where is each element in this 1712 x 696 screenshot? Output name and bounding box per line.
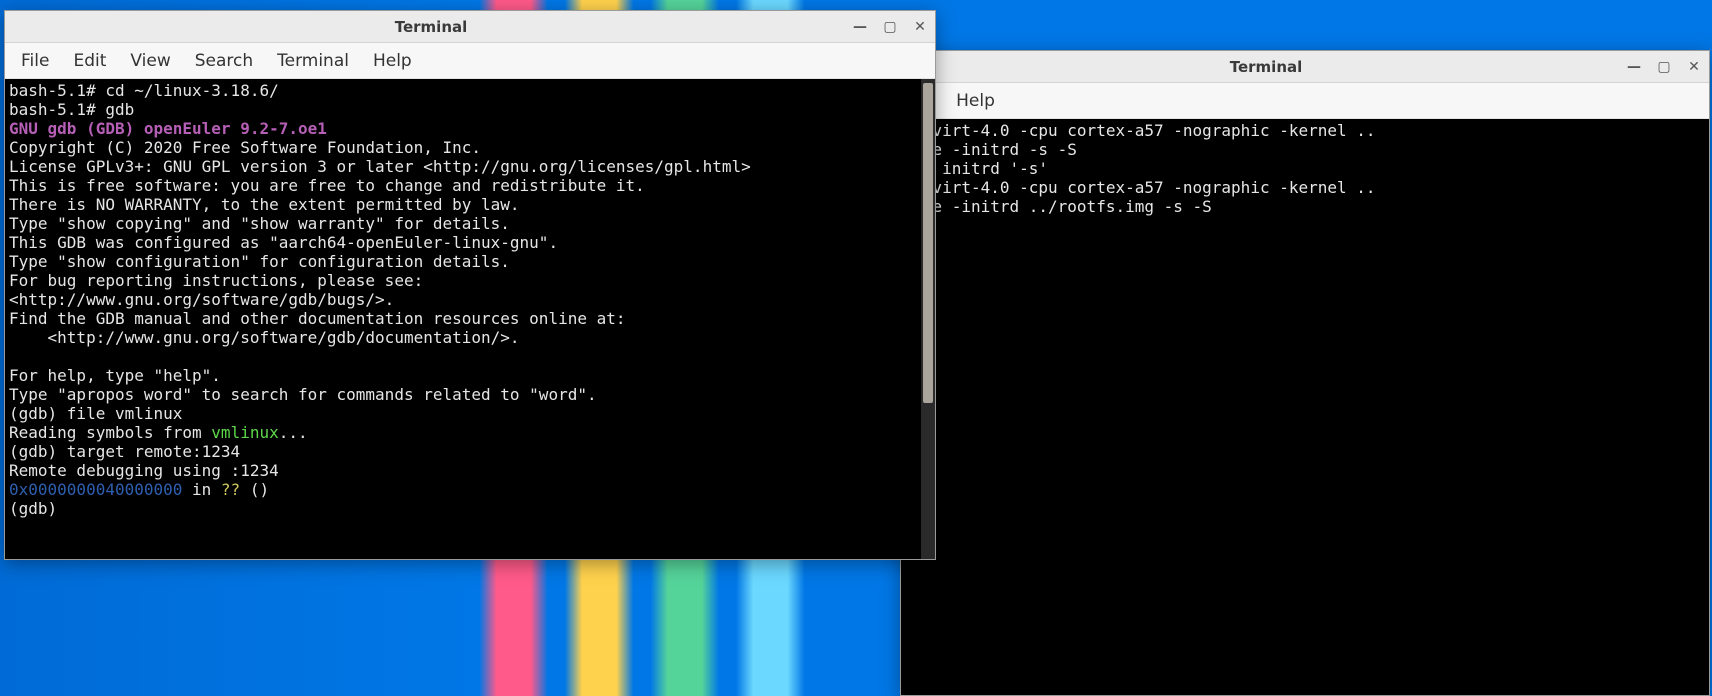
terminal-window-gdb[interactable]: Terminal — ▢ ✕ File Edit View Search Ter…	[4, 10, 936, 560]
maximize-icon[interactable]: ▢	[1655, 58, 1673, 76]
minimize-icon[interactable]: —	[851, 18, 869, 36]
menu-file[interactable]: File	[21, 51, 49, 71]
minimize-icon[interactable]: —	[1625, 58, 1643, 76]
terminal-body[interactable]: 64 -M virt-4.0 -cpu cortex-a57 -nographi…	[901, 119, 1709, 695]
close-icon[interactable]: ✕	[911, 18, 929, 36]
desktop: Terminal — ▢ ✕ al Help 64 -M virt-4.0 -c…	[0, 0, 1712, 696]
terminal-output: bash-5.1# cd ~/linux-3.18.6/ bash-5.1# g…	[5, 79, 935, 522]
menubar: File Edit View Search Terminal Help	[5, 43, 935, 79]
terminal-window-qemu[interactable]: Terminal — ▢ ✕ al Help 64 -M virt-4.0 -c…	[900, 50, 1710, 696]
menu-edit[interactable]: Edit	[73, 51, 106, 71]
maximize-icon[interactable]: ▢	[881, 18, 899, 36]
menu-search[interactable]: Search	[195, 51, 253, 71]
menu-help[interactable]: Help	[373, 51, 412, 71]
window-title: Terminal	[11, 11, 851, 43]
menu-help[interactable]: Help	[956, 91, 995, 111]
window-title: Terminal	[907, 51, 1625, 83]
terminal-body[interactable]: bash-5.1# cd ~/linux-3.18.6/ bash-5.1# g…	[5, 79, 935, 559]
menu-view[interactable]: View	[130, 51, 170, 71]
close-icon[interactable]: ✕	[1685, 58, 1703, 76]
menu-terminal[interactable]: Terminal	[277, 51, 349, 71]
titlebar[interactable]: Terminal — ▢ ✕	[901, 51, 1709, 83]
menubar: al Help	[901, 83, 1709, 119]
titlebar[interactable]: Terminal — ▢ ✕	[5, 11, 935, 43]
terminal-output: 64 -M virt-4.0 -cpu cortex-a57 -nographi…	[901, 119, 1709, 220]
scrollbar-thumb[interactable]	[923, 83, 933, 403]
scrollbar[interactable]	[921, 79, 935, 559]
